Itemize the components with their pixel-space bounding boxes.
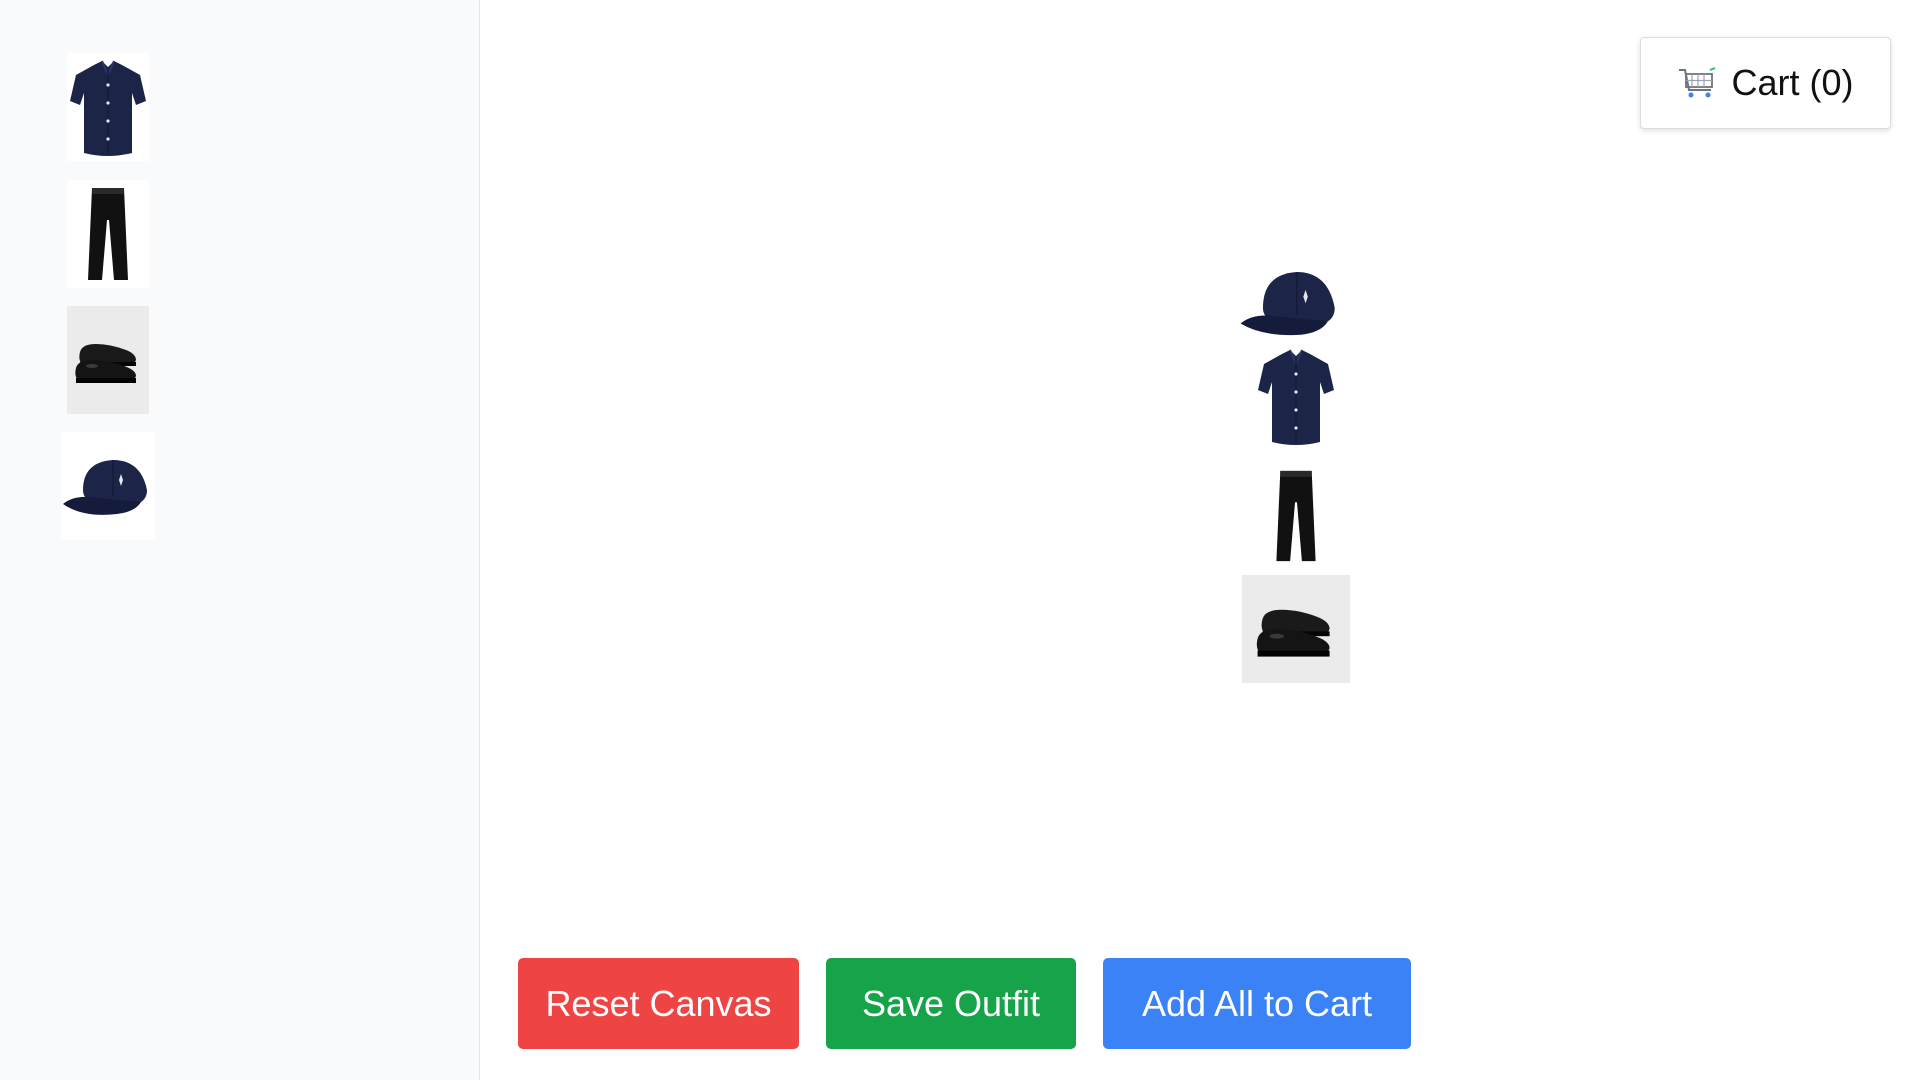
black-loafers-icon xyxy=(1256,609,1330,657)
black-loafers-icon xyxy=(75,344,136,383)
navy-shirt-icon xyxy=(1258,349,1334,445)
outfit-canvas[interactable] xyxy=(481,0,1920,1080)
add-all-to-cart-button[interactable]: Add All to Cart xyxy=(1103,958,1411,1049)
sidebar-item-cap[interactable] xyxy=(61,432,155,540)
canvas-item-shoes[interactable] xyxy=(1242,575,1350,683)
black-pants-icon xyxy=(88,188,128,280)
cart-button[interactable]: Cart (0) xyxy=(1640,37,1891,129)
reset-canvas-button[interactable]: Reset Canvas xyxy=(518,958,799,1049)
cart-label: Cart (0) xyxy=(1731,62,1854,103)
shopping-cart-icon xyxy=(1679,67,1716,98)
canvas-item-cap[interactable] xyxy=(1238,262,1344,338)
navy-cap-icon xyxy=(63,460,147,515)
navy-cap-icon xyxy=(1240,271,1335,336)
canvas-item-pants[interactable] xyxy=(1260,466,1332,566)
canvas-item-shirt[interactable] xyxy=(1242,342,1350,450)
navy-shirt-icon xyxy=(70,60,146,156)
product-sidebar xyxy=(0,0,480,1080)
sidebar-item-shoes[interactable] xyxy=(67,306,149,414)
black-pants-icon xyxy=(1276,470,1316,562)
sidebar-item-pants[interactable] xyxy=(67,180,149,288)
outfit-builder-app: Cart (0) Reset Canvas Save Outfit Add Al… xyxy=(0,0,1920,1080)
save-outfit-button[interactable]: Save Outfit xyxy=(826,958,1076,1049)
sidebar-item-shirt[interactable] xyxy=(67,53,149,161)
